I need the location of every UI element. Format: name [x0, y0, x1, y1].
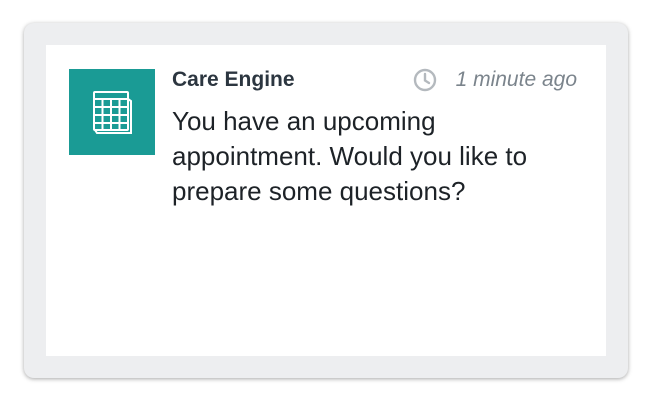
clock-icon	[413, 68, 436, 92]
notification-message: You have an upcoming appointment. Would …	[172, 106, 528, 206]
calendar-icon	[93, 91, 132, 134]
app-name: Care Engine	[172, 68, 295, 91]
notification-frame: Care Engine 1 minute ago You have an upc…	[24, 23, 628, 378]
app-icon-tile	[69, 69, 155, 155]
notification-card[interactable]: Care Engine 1 minute ago You have an upc…	[46, 45, 606, 356]
timestamp: 1 minute ago	[413, 67, 577, 93]
timestamp-text: 1 minute ago	[455, 68, 577, 91]
